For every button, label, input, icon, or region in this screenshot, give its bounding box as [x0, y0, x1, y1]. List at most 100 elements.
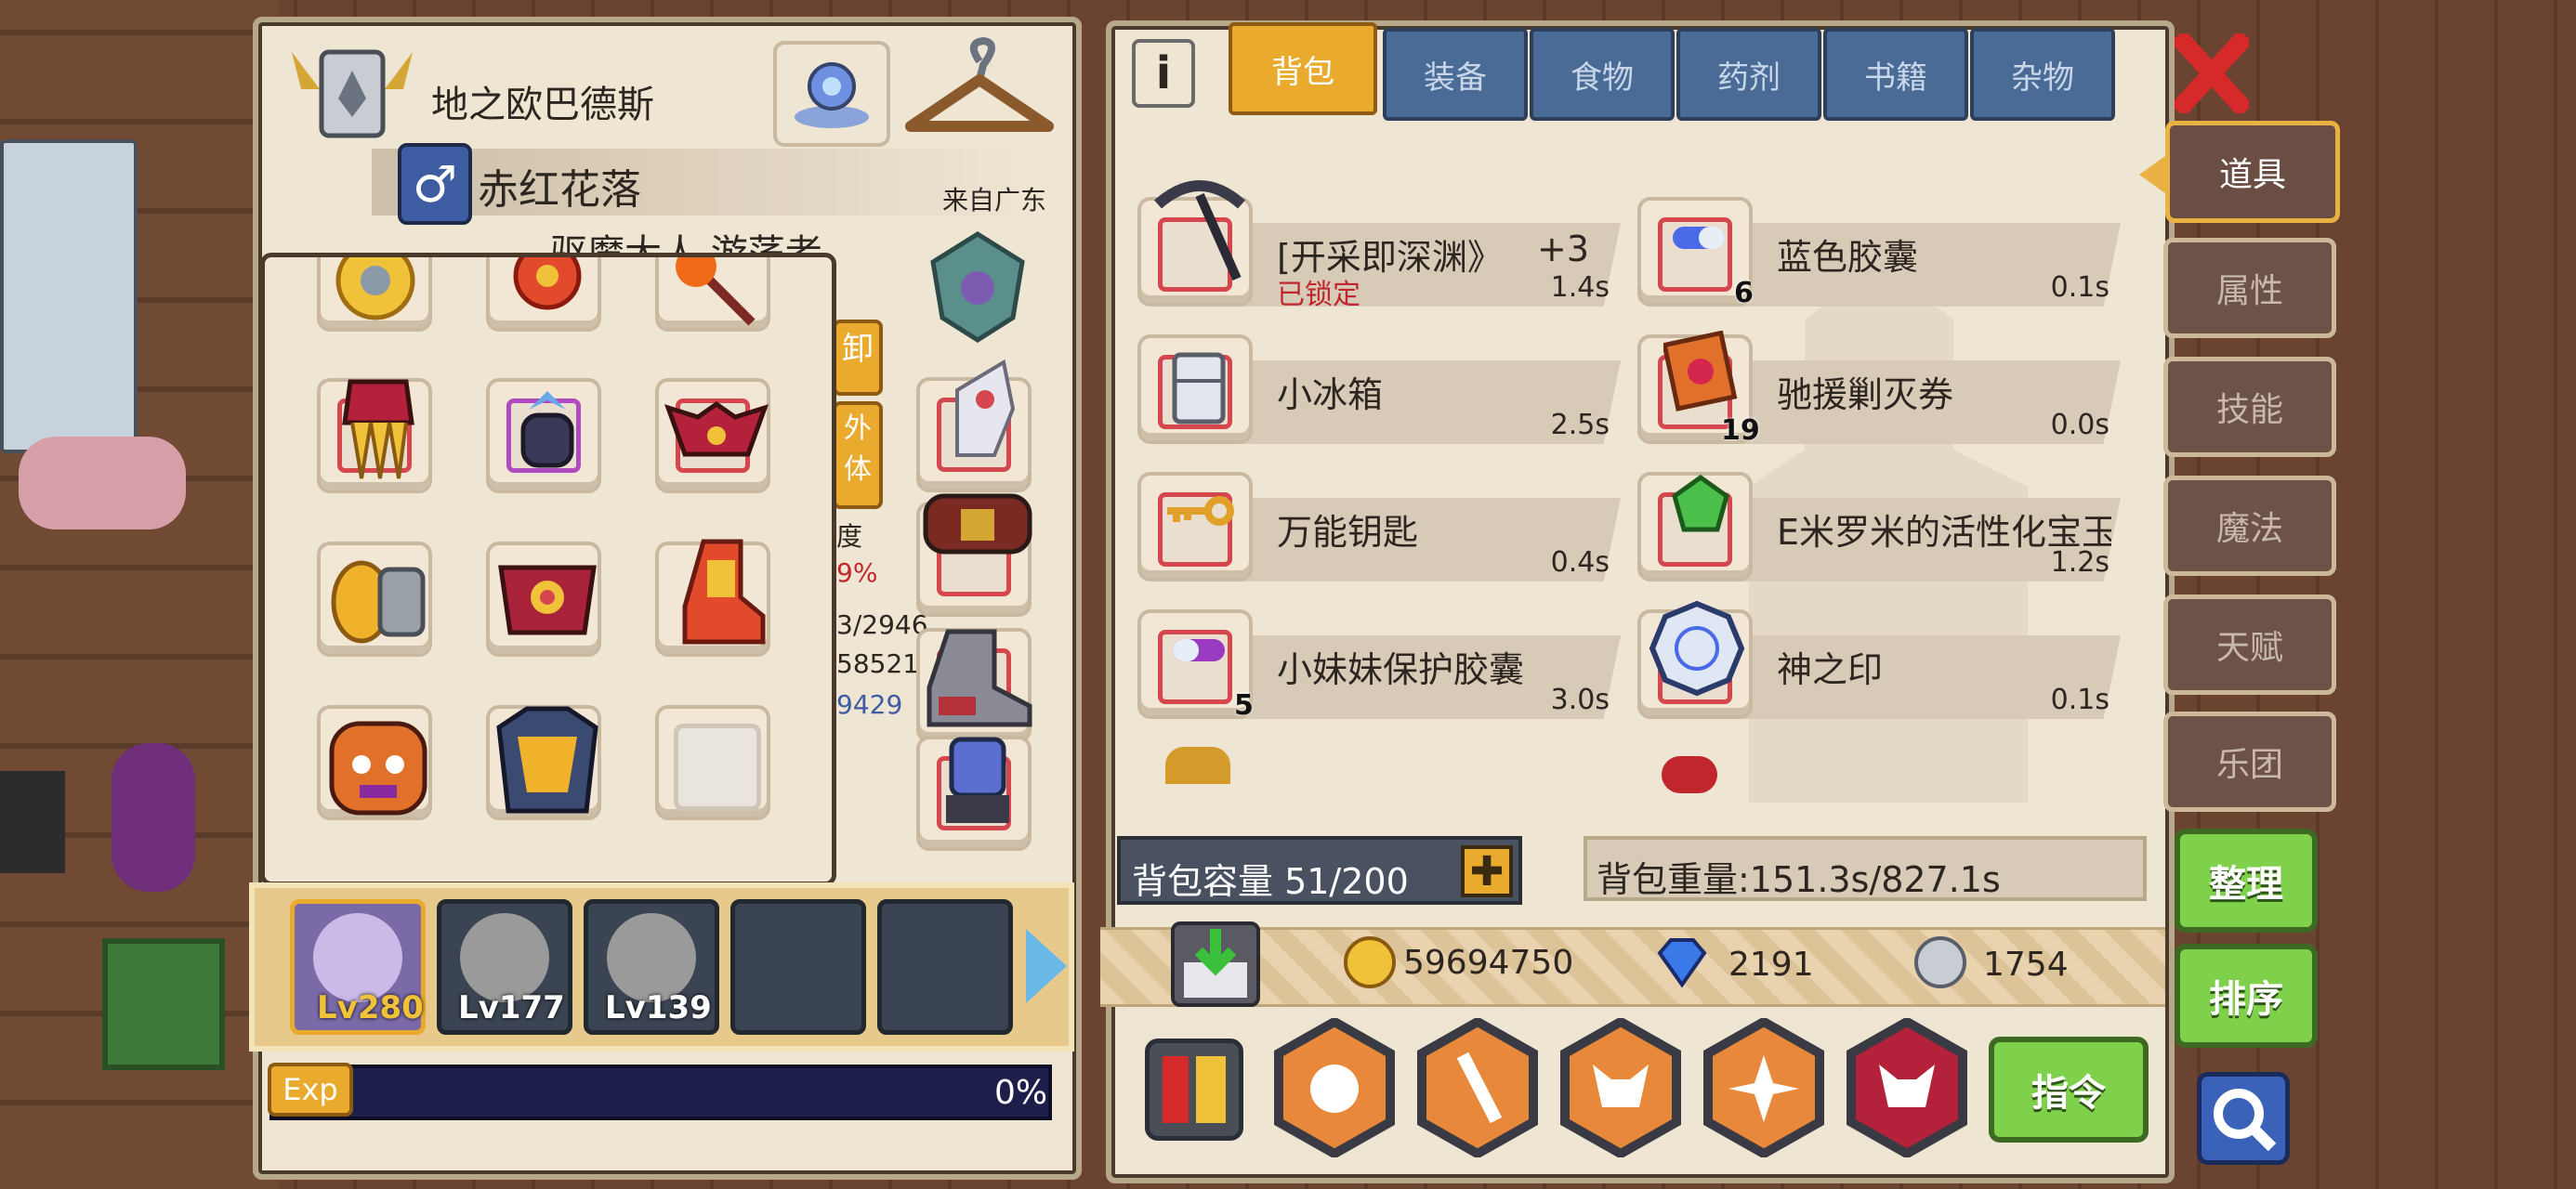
equip-slot-8[interactable] [486, 542, 601, 657]
inventory-item-purple-capsule[interactable]: 5 小妹妹保护胶囊 3.0s [1137, 609, 1628, 722]
equip-slot-6[interactable] [655, 378, 770, 493]
side-tab-skills[interactable]: 技能 [2163, 357, 2336, 457]
side-tab-band[interactable]: 乐团 [2163, 712, 2336, 812]
item-weight: 2.5s [1550, 409, 1610, 441]
guild-emblem-icon [283, 33, 422, 154]
tab-backpack[interactable]: 背包 [1229, 22, 1377, 115]
name-bar [372, 149, 1041, 216]
side-tab-talent[interactable]: 天赋 [2163, 594, 2336, 695]
equipment-grid-popup [260, 253, 836, 886]
item-locked-status: 已锁定 [1277, 279, 1360, 311]
organize-button[interactable]: 整理 [2175, 829, 2318, 933]
item-name: 蓝色胶囊 [1777, 237, 1919, 278]
dragon-armor-icon [496, 706, 598, 814]
quick-slot-toggle[interactable] [1145, 1039, 1243, 1141]
exp-label: Exp [268, 1063, 353, 1117]
character-origin: 来自广东 [942, 185, 1047, 216]
command-button[interactable]: 指令 [1989, 1037, 2149, 1143]
tab-equipment[interactable]: 装备 [1383, 28, 1528, 121]
inventory-item-master-key[interactable]: 万能钥匙 0.4s [1137, 472, 1628, 581]
item-weight: 3.0s [1550, 684, 1610, 716]
unequip-button[interactable]: 卸 [833, 320, 883, 396]
party-member-1[interactable]: Lv280 [290, 899, 426, 1035]
skill-button-slash[interactable] [1416, 1016, 1539, 1159]
equip-slot-10[interactable] [317, 705, 432, 820]
numbered-list-icon [1163, 1056, 1226, 1123]
tab-food[interactable]: 食物 [1530, 28, 1675, 121]
skill-button-bull[interactable] [1559, 1016, 1682, 1159]
equip-slot-4[interactable] [317, 378, 432, 493]
party-level-1: Lv280 [317, 989, 424, 1026]
item-count: 6 [1734, 277, 1754, 309]
search-button[interactable] [2197, 1072, 2290, 1165]
equip-slot-7[interactable] [317, 542, 432, 657]
equip-slot-3[interactable] [655, 257, 770, 332]
gold-amount: 59694750 [1403, 944, 1574, 982]
equip-slot-1[interactable] [317, 257, 432, 332]
stat-c: 9429 [836, 689, 903, 720]
equip-slot-empty[interactable] [655, 705, 770, 820]
crest-equipment-icon[interactable] [920, 229, 1035, 346]
equip-slot-accessory[interactable] [916, 736, 1032, 851]
item-slot [1137, 334, 1253, 444]
belt-icon [923, 493, 1032, 555]
tab-books[interactable]: 书籍 [1823, 28, 1968, 121]
tab-misc[interactable]: 杂物 [1970, 28, 2115, 121]
party-member-2[interactable]: Lv177 [437, 899, 572, 1035]
skill-button-demon-bull[interactable] [1846, 1016, 1968, 1159]
item-slot [1137, 472, 1253, 581]
equip-slot-glove[interactable] [916, 359, 1032, 492]
exp-percent: 0% [994, 1074, 1048, 1112]
equip-slot-belt[interactable] [916, 493, 1032, 617]
lantern-icon [946, 737, 1009, 823]
inventory-item-divine-seal[interactable]: 神之印 0.1s [1637, 600, 2128, 719]
silver-coin-icon [1914, 936, 1966, 988]
deposit-button[interactable] [1171, 921, 1260, 1007]
side-tab-magic[interactable]: 魔法 [2163, 476, 2336, 576]
pickaxe-icon [1154, 180, 1245, 281]
equip-slot-2[interactable] [486, 257, 601, 332]
blue-capsule-icon [1673, 227, 1725, 249]
ticket-icon [1663, 331, 1738, 412]
violin-decor [112, 743, 195, 892]
skill-button-cloud[interactable] [1273, 1016, 1396, 1159]
expand-capacity-button[interactable]: ✚ [1461, 845, 1513, 897]
inventory-item-mini-fridge[interactable]: 小冰箱 2.5s [1137, 334, 1628, 444]
party-member-empty-1[interactable] [730, 899, 866, 1035]
equip-slot-9[interactable] [655, 539, 770, 657]
inventory-item-green-gem[interactable]: E米罗米的活性化宝玉 1.2s [1637, 472, 2128, 581]
inventory-item-blue-capsule[interactable]: 6 蓝色胶囊 0.1s [1637, 197, 2128, 309]
side-tab-items[interactable]: 道具 [2165, 121, 2340, 223]
item-count: 19 [1721, 414, 1760, 447]
item-weight: 1.2s [2050, 546, 2109, 579]
info-button[interactable]: i [1132, 39, 1195, 108]
skill-button-shuriken[interactable] [1702, 1016, 1825, 1159]
tab-potion[interactable]: 药剂 [1676, 28, 1821, 121]
red-item-icon[interactable] [1662, 756, 1717, 793]
hanger-icon[interactable] [901, 33, 1058, 149]
equip-slot-11[interactable] [486, 705, 601, 820]
inventory-item-pickaxe[interactable]: [开采即深渊》 +3 已锁定 1.4s [1137, 180, 1628, 311]
crown-item-icon[interactable] [1165, 747, 1230, 784]
item-enhance-level: +3 [1537, 229, 1590, 269]
item-weight: 0.0s [2050, 409, 2109, 441]
lion-plushie-icon [329, 721, 427, 816]
side-tab-attributes[interactable]: 属性 [2163, 238, 2336, 338]
inventory-item-ticket[interactable]: 19 驰援剿灭券 0.0s [1637, 331, 2128, 447]
search-icon [2214, 1089, 2277, 1152]
stat-b: 58521 [836, 648, 920, 679]
appearance-button[interactable]: 外 体 [833, 401, 883, 509]
party-member-empty-2[interactable] [877, 899, 1013, 1035]
speaker-decor [102, 938, 225, 1070]
golden-gauntlet-icon [331, 560, 426, 644]
capacity-label: 背包容量 51/200 [1132, 861, 1409, 902]
pet-button[interactable] [773, 41, 890, 147]
equip-slot-5[interactable] [486, 378, 601, 493]
gold-coin-icon [1344, 936, 1396, 988]
close-icon[interactable] [2170, 29, 2254, 118]
character-title: 地之欧巴德斯 [431, 84, 654, 126]
sort-button[interactable]: 排序 [2175, 944, 2318, 1048]
party-member-3[interactable]: Lv139 [584, 899, 719, 1035]
party-next-arrow-icon[interactable] [1026, 929, 1067, 1003]
item-count: 5 [1234, 689, 1254, 722]
